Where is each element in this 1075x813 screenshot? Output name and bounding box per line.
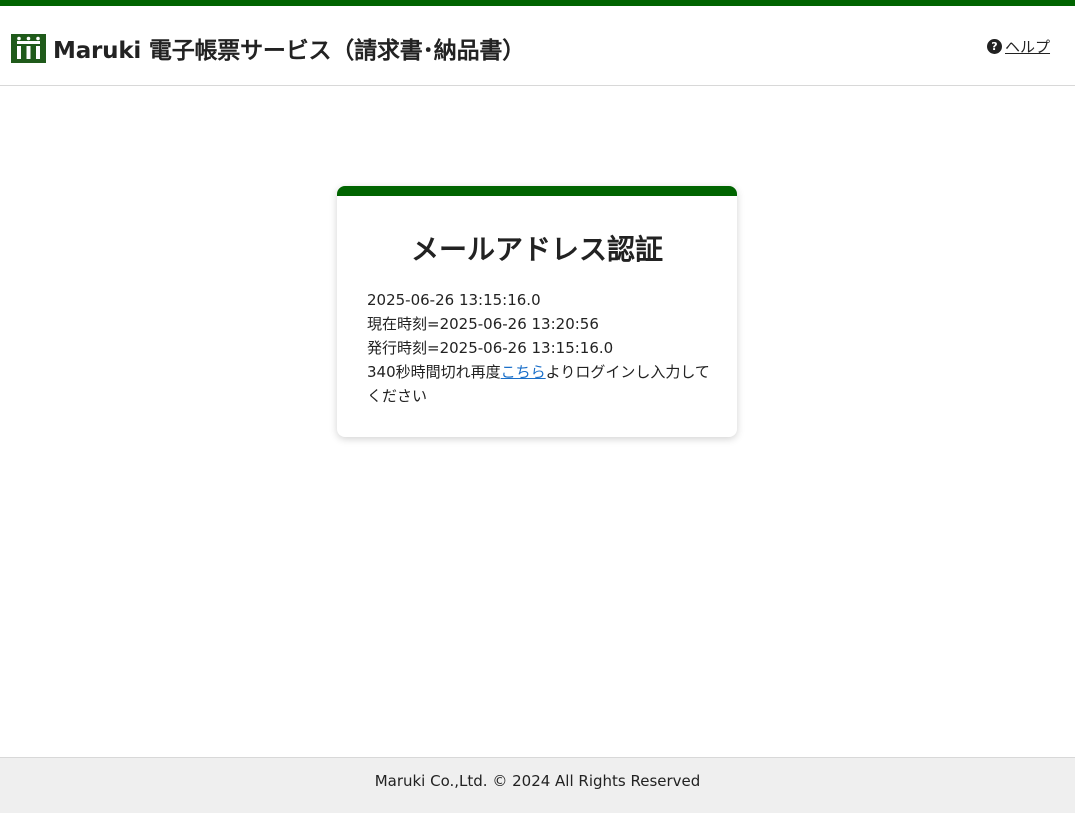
timeout-message-prefix: 340秒時間切れ再度 [367, 363, 501, 381]
header: Maruki 電子帳票サービス（請求書･納品書） ? ヘルプ [0, 6, 1075, 86]
timeout-message: 340秒時間切れ再度こちらよりログインし入力してください [367, 360, 712, 408]
current-time-text: 現在時刻=2025-06-26 13:20:56 [367, 315, 599, 333]
card-title: メールアドレス認証 [410, 233, 663, 266]
card-message: 2025-06-26 13:15:16.0 現在時刻=2025-06-26 13… [367, 288, 712, 408]
issued-timestamp: 2025-06-26 13:15:16.0 [367, 291, 541, 309]
footer: Maruki Co.,Ltd. © 2024 All Rights Reserv… [0, 757, 1075, 813]
copyright-text: Maruki Co.,Ltd. © 2024 All Rights Reserv… [374, 772, 701, 790]
app-title: Maruki 電子帳票サービス（請求書･納品書） [53, 38, 526, 64]
email-verification-card: メールアドレス認証 2025-06-26 13:15:16.0 現在時刻=202… [337, 186, 737, 437]
maruki-logo-icon [11, 34, 46, 63]
question-circle-icon: ? [987, 39, 1002, 54]
issued-time-text: 発行時刻=2025-06-26 13:15:16.0 [367, 339, 614, 357]
help-link[interactable]: ? ヘルプ [987, 36, 1050, 57]
page: Maruki 電子帳票サービス（請求書･納品書） ? ヘルプ メールアドレス認証… [0, 0, 1075, 813]
login-again-link[interactable]: こちら [501, 363, 546, 381]
help-link-label: ヘルプ [1005, 38, 1051, 56]
